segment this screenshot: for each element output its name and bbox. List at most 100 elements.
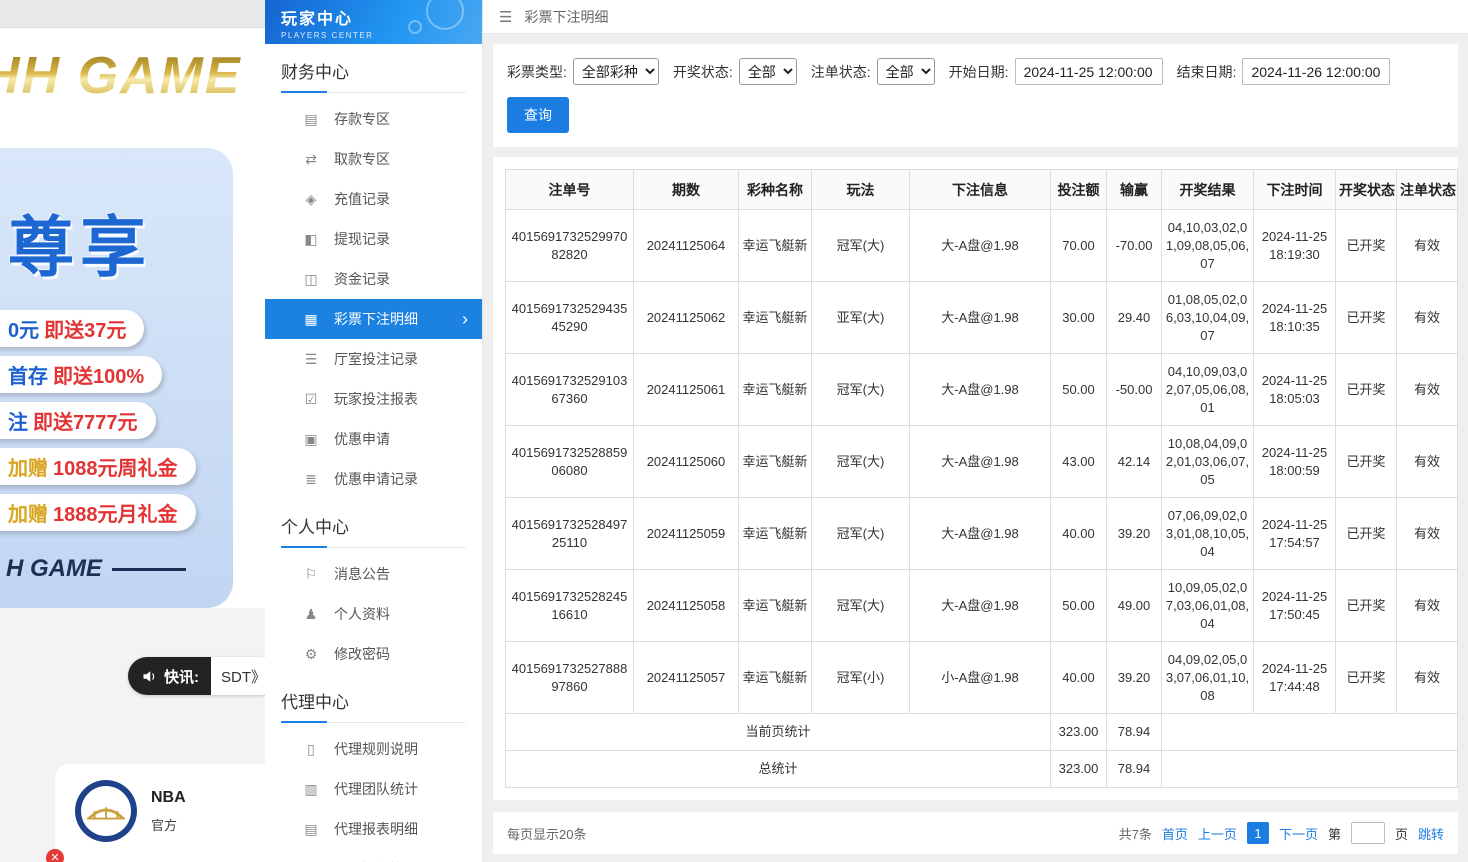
page-summary-row: 当前页统计 323.00 78.94	[506, 714, 1458, 751]
sidebar-item[interactable]: ▣ 优惠申请 ›	[265, 419, 482, 459]
end-date-filter: 结束日期:	[1177, 58, 1391, 85]
cell-play: 冠军(大)	[812, 570, 910, 642]
speaker-icon	[142, 670, 157, 683]
cell-lottery: 幸运飞艇新	[739, 354, 812, 426]
menu-icon: ⚙	[303, 646, 319, 663]
sidebar-item[interactable]: ▥ 代理团队统计 ›	[265, 769, 482, 809]
cell-bet-no: 401569173252824516610	[506, 570, 634, 642]
search-button[interactable]: 查询	[507, 97, 569, 133]
sidebar-subtitle: PLAYERS CENTER	[281, 31, 466, 40]
close-icon[interactable]: ✕	[46, 849, 64, 862]
column-header-draw-status: 开奖状态	[1336, 170, 1397, 210]
per-page-info: 每页显示20条	[507, 824, 586, 843]
section-title-personal: 个人中心	[281, 513, 466, 548]
cell-lottery: 幸运飞艇新	[739, 282, 812, 354]
cell-period: 20241125064	[634, 210, 739, 282]
sidebar-item[interactable]: ☰ 厅室投注记录 ›	[265, 339, 482, 379]
menu-label: 代理报表明细	[334, 819, 418, 839]
cell-order-status: 有效	[1397, 642, 1458, 714]
cell-bet-no: 401569173252997082820	[506, 210, 634, 282]
sidebar-item[interactable]: ≣ 优惠申请记录 ›	[265, 459, 482, 499]
nba-promo: NBA 官方	[55, 764, 265, 842]
page-summary-amount: 323.00	[1051, 714, 1107, 751]
sidebar-item[interactable]: ⚐ 消息公告 ›	[265, 554, 482, 594]
column-header-amount: 投注额	[1051, 170, 1107, 210]
cell-play: 冠军(大)	[812, 498, 910, 570]
cell-result: 04,10,09,03,02,07,05,06,08,01	[1162, 354, 1254, 426]
menu-label: 厅室投注记录	[334, 349, 418, 369]
jump-label-suffix: 页	[1395, 824, 1408, 843]
lottery-type-select[interactable]: 全部彩种	[573, 58, 659, 85]
draw-status-select[interactable]: 全部	[739, 58, 797, 85]
table-row: 401569173252824516610 20241125058 幸运飞艇新 …	[506, 570, 1458, 642]
jump-label-prefix: 第	[1328, 824, 1341, 843]
sidebar-item[interactable]: ▤ 代理报表明细 ›	[265, 809, 482, 849]
bets-table-panel: 注单号 期数 彩种名称 玩法 下注信息 投注额 输赢 开奖结果 下注时间 开奖状…	[493, 157, 1458, 800]
cell-lottery: 幸运飞艇新	[739, 210, 812, 282]
sidebar-item[interactable]: ♟ 个人资料 ›	[265, 594, 482, 634]
sidebar-item[interactable]: ▤ 存款专区 ›	[265, 99, 482, 139]
page-summary-label: 当前页统计	[506, 714, 1051, 751]
decorative-circle	[408, 20, 422, 34]
table-row: 401569173252997082820 20241125064 幸运飞艇新 …	[506, 210, 1458, 282]
current-page[interactable]: 1	[1247, 822, 1269, 844]
cell-bet-info: 大-A盘@1.98	[910, 282, 1051, 354]
cell-period: 20241125062	[634, 282, 739, 354]
sidebar-item[interactable]: ▦ 彩票下注明细 ›	[265, 299, 482, 339]
prev-page-link[interactable]: 上一页	[1198, 824, 1237, 843]
cell-play: 冠军(大)	[812, 426, 910, 498]
sidebar-item[interactable]: ◈ 充值记录 ›	[265, 179, 482, 219]
cell-period: 20241125059	[634, 498, 739, 570]
menu-label: 消息公告	[334, 564, 390, 584]
cell-bet-info: 大-A盘@1.98	[910, 354, 1051, 426]
bets-table: 注单号 期数 彩种名称 玩法 下注信息 投注额 输赢 开奖结果 下注时间 开奖状…	[505, 169, 1458, 788]
menu-icon: ⚐	[303, 566, 319, 583]
cell-period: 20241125057	[634, 642, 739, 714]
table-row: 401569173252943545290 20241125062 幸运飞艇新 …	[506, 282, 1458, 354]
column-header-play: 玩法	[812, 170, 910, 210]
main-content: ☰ 彩票下注明细 彩票类型: 全部彩种 开奖状态: 全部 注单状态	[483, 0, 1468, 862]
column-header-bet-info: 下注信息	[910, 170, 1051, 210]
promo-badge-prefix: 加赠	[8, 452, 48, 481]
cell-time: 2024-11-25 17:54:57	[1254, 498, 1336, 570]
menu-icon: ◈	[303, 191, 319, 208]
filter-panel: 彩票类型: 全部彩种 开奖状态: 全部 注单状态: 全部	[493, 44, 1458, 147]
jump-button[interactable]: 跳转	[1418, 824, 1444, 843]
lottery-type-label: 彩票类型:	[507, 62, 567, 82]
cell-result: 07,06,09,02,03,01,08,10,05,04	[1162, 498, 1254, 570]
menu-icon: ≣	[303, 471, 319, 488]
cell-draw-status: 已开奖	[1336, 642, 1397, 714]
sidebar-item[interactable]: ⚙ 修改密码 ›	[265, 634, 482, 674]
menu-label: 代理规则说明	[334, 739, 418, 759]
next-page-link[interactable]: 下一页	[1279, 824, 1318, 843]
end-date-input[interactable]	[1242, 58, 1390, 85]
cell-period: 20241125058	[634, 570, 739, 642]
menu-icon: ◫	[303, 271, 319, 288]
column-header-result: 开奖结果	[1162, 170, 1254, 210]
menu-icon: ⇄	[303, 151, 319, 168]
sidebar-item[interactable]: ⇄ 取款专区 ›	[265, 139, 482, 179]
page-title: 彩票下注明细	[524, 7, 608, 27]
cell-play: 亚军(大)	[812, 282, 910, 354]
sidebar-item[interactable]: ◫ 资金记录 ›	[265, 259, 482, 299]
order-status-select[interactable]: 全部	[877, 58, 935, 85]
sidebar-item[interactable]: ‹ 代理推广管理 ›	[265, 849, 482, 862]
sidebar-item[interactable]: ▯ 代理规则说明 ›	[265, 729, 482, 769]
table-row: 401569173252885906080 20241125060 幸运飞艇新 …	[506, 426, 1458, 498]
cell-bet-no: 401569173252849725110	[506, 498, 634, 570]
start-date-input[interactable]	[1015, 58, 1163, 85]
pagination-bar: 每页显示20条 共7条 首页 上一页 1 下一页 第 页 跳转	[493, 812, 1458, 854]
draw-status-filter: 开奖状态: 全部	[673, 58, 797, 85]
sidebar: 玩家中心 PLAYERS CENTER 财务中心 ▤ 存款专区 › ⇄ 取款专区…	[265, 0, 483, 862]
column-header-lottery: 彩种名称	[739, 170, 812, 210]
topbar: ☰ 彩票下注明细	[483, 0, 1468, 34]
menu-label: 充值记录	[334, 189, 390, 209]
menu-label: 优惠申请记录	[334, 469, 418, 489]
hamburger-menu-icon[interactable]: ☰	[499, 8, 512, 26]
jump-page-input[interactable]	[1351, 822, 1385, 844]
promo-badge-prefix: 0元	[8, 314, 39, 343]
sidebar-item[interactable]: ☑ 玩家投注报表 ›	[265, 379, 482, 419]
first-page-link[interactable]: 首页	[1162, 824, 1188, 843]
cell-bet-no: 401569173252910367360	[506, 354, 634, 426]
sidebar-item[interactable]: ◧ 提现记录 ›	[265, 219, 482, 259]
